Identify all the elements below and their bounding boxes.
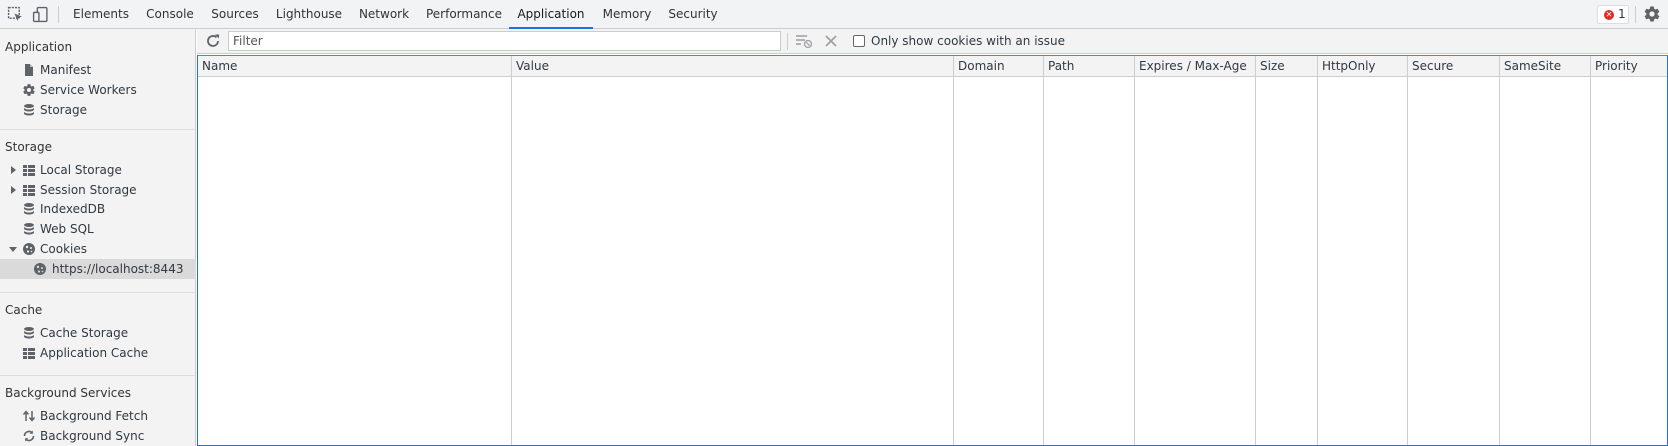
sidebar-item-cache-storage[interactable]: Cache Storage — [0, 323, 196, 343]
sidebar-item-label: Cache Storage — [40, 326, 129, 340]
toolbar-divider — [1635, 6, 1636, 23]
column-header-httponly[interactable]: HttpOnly — [1318, 56, 1407, 77]
application-sidebar: Application Manifest Service Workers Sto… — [0, 29, 196, 446]
toolbar-divider — [58, 6, 59, 23]
database-icon — [24, 223, 34, 235]
column-divider[interactable] — [1255, 56, 1256, 445]
sidebar-item-background-fetch[interactable]: Background Fetch — [0, 406, 196, 426]
table-header: Name Value Domain Path Expires / Max-Age… — [198, 56, 1667, 77]
column-divider[interactable] — [1499, 56, 1500, 445]
sidebar-item-label: Application Cache — [40, 346, 149, 360]
column-divider[interactable] — [1590, 56, 1591, 445]
tab-network[interactable]: Network — [353, 0, 415, 29]
collapse-triangle-icon[interactable] — [9, 245, 17, 253]
sidebar-item-label: Cookies — [40, 242, 87, 256]
toolbar-divider — [787, 33, 788, 50]
grid-icon — [23, 348, 35, 359]
grid-icon — [23, 185, 35, 196]
only-issues-label[interactable]: Only show cookies with an issue — [871, 34, 1065, 48]
column-header-domain[interactable]: Domain — [954, 56, 1043, 77]
sidebar-item-label: Storage — [40, 103, 87, 117]
sync-icon — [23, 430, 35, 442]
tab-security[interactable]: Security — [661, 0, 725, 29]
column-divider[interactable] — [1407, 56, 1408, 445]
section-title-storage: Storage — [5, 140, 52, 154]
devtools-tab-bar: Elements Console Sources Lighthouse Netw… — [0, 0, 1668, 29]
grid-icon — [23, 165, 35, 176]
column-header-name[interactable]: Name — [198, 56, 511, 77]
section-divider — [0, 292, 196, 293]
tab-performance[interactable]: Performance — [419, 0, 509, 29]
sidebar-item-label: Web SQL — [40, 222, 94, 236]
settings-gear-icon[interactable] — [1643, 5, 1661, 23]
up-down-arrows-icon — [22, 410, 36, 422]
only-issues-checkbox[interactable] — [853, 35, 865, 47]
error-icon: ✕ — [1604, 10, 1614, 20]
column-divider[interactable] — [1043, 56, 1044, 445]
tab-sources[interactable]: Sources — [205, 0, 265, 29]
sidebar-item-cookies[interactable]: Cookies — [0, 239, 196, 259]
sidebar-item-label: Background Sync — [40, 429, 145, 443]
filter-input[interactable] — [228, 31, 781, 51]
tab-memory[interactable]: Memory — [597, 0, 657, 29]
column-divider[interactable] — [953, 56, 954, 445]
cookies-table: Name Value Domain Path Expires / Max-Age… — [197, 55, 1668, 446]
clear-all-cookies-icon[interactable] — [823, 33, 839, 49]
cookie-icon — [34, 263, 46, 275]
tab-elements[interactable]: Elements — [67, 0, 135, 29]
column-header-secure[interactable]: Secure — [1408, 56, 1499, 77]
sidebar-item-label: IndexedDB — [40, 202, 106, 216]
sidebar-item-service-workers[interactable]: Service Workers — [0, 80, 196, 100]
sidebar-item-label: https://localhost:8443 — [52, 262, 184, 276]
sidebar-item-label: Background Fetch — [40, 409, 148, 423]
database-icon — [24, 327, 34, 339]
tab-console[interactable]: Console — [139, 0, 201, 29]
section-divider — [0, 375, 196, 376]
inspect-element-icon[interactable] — [7, 6, 24, 23]
cookie-icon — [23, 243, 35, 255]
sidebar-item-label: Service Workers — [40, 83, 137, 97]
column-header-priority[interactable]: Priority — [1591, 56, 1667, 77]
section-title-cache: Cache — [5, 303, 43, 317]
sidebar-item-label: Session Storage — [40, 183, 137, 197]
refresh-icon[interactable] — [205, 33, 221, 49]
database-icon — [24, 203, 34, 215]
document-icon — [25, 64, 33, 76]
error-count: 1 — [1618, 7, 1626, 21]
sidebar-item-storage[interactable]: Storage — [0, 100, 196, 120]
column-header-expires[interactable]: Expires / Max-Age — [1135, 56, 1255, 77]
sidebar-item-local-storage[interactable]: Local Storage — [0, 160, 196, 180]
column-divider[interactable] — [1317, 56, 1318, 445]
column-header-samesite[interactable]: SameSite — [1500, 56, 1590, 77]
column-header-path[interactable]: Path — [1044, 56, 1134, 77]
sidebar-item-indexeddb[interactable]: IndexedDB — [0, 199, 196, 219]
gear-icon — [23, 84, 35, 96]
expand-triangle-icon[interactable] — [9, 186, 17, 194]
sidebar-item-label: Local Storage — [40, 163, 122, 177]
sidebar-item-background-sync[interactable]: Background Sync — [0, 426, 196, 446]
sidebar-item-label: Manifest — [40, 63, 92, 77]
database-icon — [24, 104, 34, 116]
column-header-value[interactable]: Value — [512, 56, 953, 77]
sidebar-item-session-storage[interactable]: Session Storage — [0, 180, 196, 200]
error-count-badge[interactable]: ✕ 1 — [1597, 5, 1629, 24]
section-title-background-services: Background Services — [5, 386, 132, 400]
sidebar-item-manifest[interactable]: Manifest — [0, 60, 196, 80]
expand-triangle-icon[interactable] — [9, 166, 17, 174]
clear-filtered-cookies-icon[interactable] — [795, 33, 813, 49]
section-title-application: Application — [5, 40, 73, 54]
device-toolbar-icon[interactable] — [32, 6, 49, 23]
cookies-toolbar: Only show cookies with an issue — [197, 29, 1668, 54]
column-header-size[interactable]: Size — [1256, 56, 1317, 77]
tab-application[interactable]: Application — [509, 0, 593, 29]
sidebar-item-application-cache[interactable]: Application Cache — [0, 343, 196, 363]
sidebar-item-web-sql[interactable]: Web SQL — [0, 219, 196, 239]
column-divider[interactable] — [1134, 56, 1135, 445]
tab-lighthouse[interactable]: Lighthouse — [269, 0, 349, 29]
sidebar-item-cookie-origin[interactable]: https://localhost:8443 — [0, 259, 196, 279]
column-divider[interactable] — [511, 56, 512, 445]
section-divider — [0, 129, 196, 130]
